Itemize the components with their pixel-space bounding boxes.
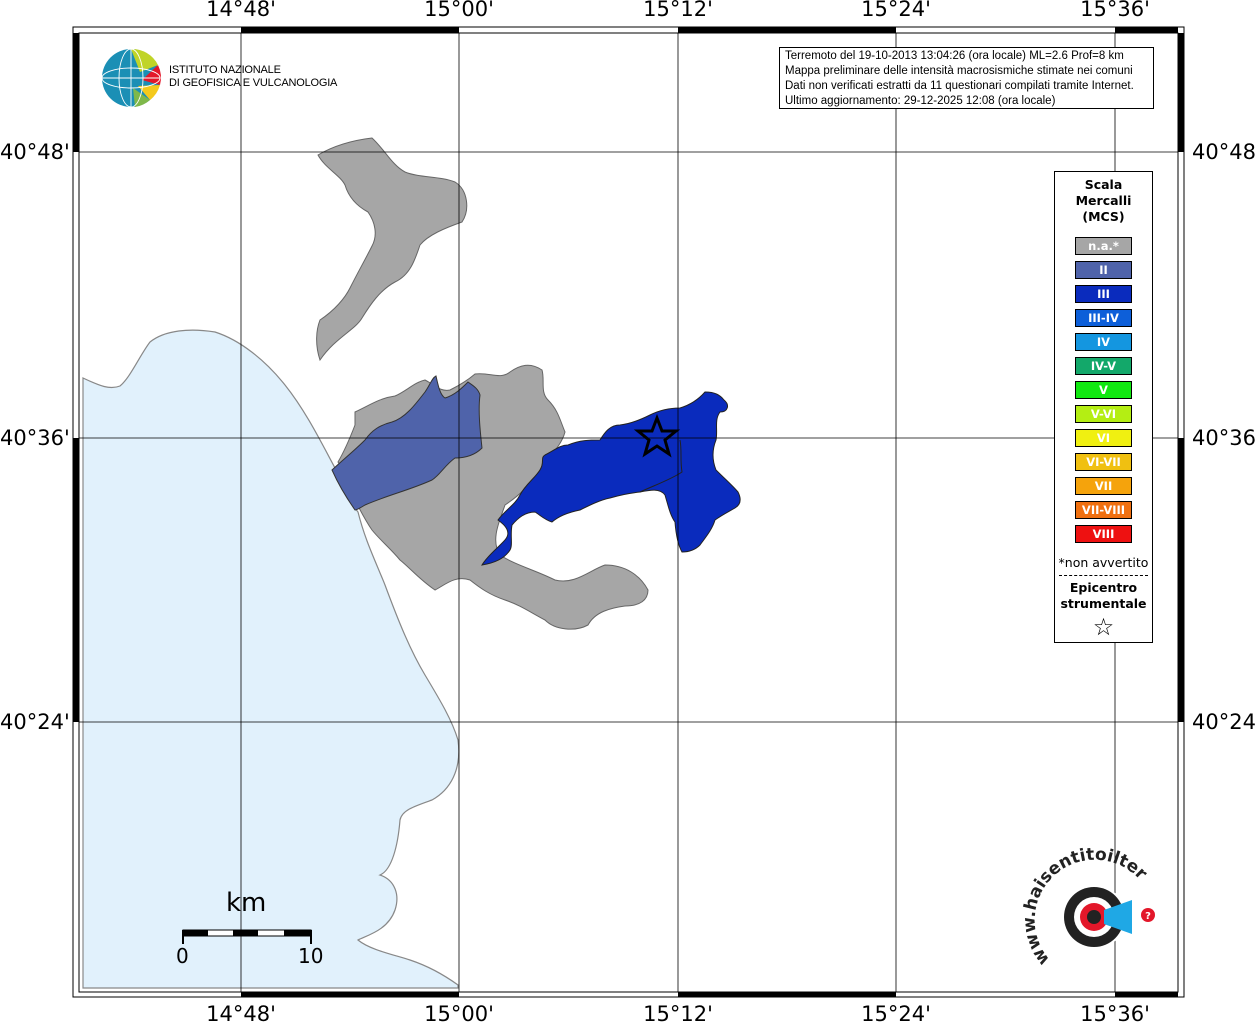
info-line-3: Dati non verificati estratti da 11 quest…	[785, 80, 1134, 92]
bottom-lon-label: 15°00'	[424, 1002, 494, 1026]
legend-item: VIII	[1075, 525, 1132, 543]
info-line-4: Ultimo aggiornamento: 29-12-2025 12:08 (…	[785, 95, 1056, 107]
legend-item: V	[1075, 381, 1132, 399]
legend-epicentre-line: strumentale	[1060, 596, 1147, 611]
legend-item: III	[1075, 285, 1132, 303]
legend-note: *non avvertito	[1058, 555, 1149, 570]
earthquake-info-box: Terremoto del 19-10-2013 13:04:26 (ora l…	[779, 47, 1154, 109]
legend-items: n.a.* II III III-IV IV IV-V V V-VI VI VI-VII VII VI…	[1055, 237, 1152, 543]
ingv-line1: ISTITUTO NAZIONALE	[169, 64, 281, 76]
legend-item: VII-VIII	[1075, 501, 1132, 519]
ingv-globe-icon	[101, 48, 161, 108]
legend-title: Scala Mercalli (MCS)	[1055, 177, 1152, 225]
scale-min-label: 0	[176, 944, 189, 968]
top-lon-label: 15°24'	[861, 0, 931, 21]
left-lat-label: 40°36'	[0, 426, 70, 450]
top-lon-label: 15°36'	[1080, 0, 1150, 21]
legend-item: VI-VII	[1075, 453, 1132, 471]
legend-item: VII	[1075, 477, 1132, 495]
ingv-line2: DI GEOFISICA E VULCANOLOGIA	[169, 77, 338, 89]
right-lat-label: 40°24'	[1192, 710, 1256, 734]
svg-text:?: ?	[1145, 911, 1151, 922]
bottom-lon-label: 15°36'	[1080, 1002, 1150, 1026]
scale-max-label: 10	[298, 944, 324, 968]
right-lat-label: 40°36'	[1192, 426, 1256, 450]
legend-divider	[1059, 575, 1148, 576]
left-lat-label: 40°24'	[0, 710, 70, 734]
left-lat-label: 40°48'	[0, 140, 70, 164]
legend-item: III-IV	[1075, 309, 1132, 327]
legend-epicentre-line: Epicentro	[1069, 580, 1138, 595]
legend-item: n.a.*	[1075, 237, 1132, 255]
info-line-1: Terremoto del 19-10-2013 13:04:26 (ora l…	[785, 50, 1124, 62]
scale-unit-label: km	[226, 888, 267, 918]
mcs-legend: Scala Mercalli (MCS) n.a.* II III III-IV IV I…	[1054, 171, 1153, 643]
info-line-2: Mappa preliminare delle intensità macros…	[785, 65, 1133, 77]
right-lat-label: 40°48'	[1192, 140, 1256, 164]
legend-item: IV	[1075, 333, 1132, 351]
legend-item: V-VI	[1075, 405, 1132, 423]
legend-title-line: Scala	[1084, 177, 1123, 192]
top-lon-label: 15°00'	[424, 0, 494, 21]
legend-item: VI	[1075, 429, 1132, 447]
legend-item: IV-V	[1075, 357, 1132, 375]
top-lon-label: 15°12'	[643, 0, 713, 21]
bottom-lon-label: 15°24'	[861, 1002, 931, 1026]
ingv-logo-text: ISTITUTO NAZIONALE DI GEOFISICA E VULCAN…	[169, 64, 337, 90]
legend-title-line: Mercalli	[1075, 193, 1132, 208]
top-lon-label: 14°48'	[206, 0, 276, 21]
bottom-lon-label: 14°48'	[206, 1002, 276, 1026]
municipality-na-north	[316, 137, 468, 362]
legend-item: II	[1075, 261, 1132, 279]
bottom-lon-label: 15°12'	[643, 1002, 713, 1026]
legend-star-icon: ☆	[1092, 613, 1115, 641]
legend-title-line: (MCS)	[1082, 209, 1125, 224]
legend-epicentre-label: Epicentro strumentale	[1055, 580, 1152, 612]
